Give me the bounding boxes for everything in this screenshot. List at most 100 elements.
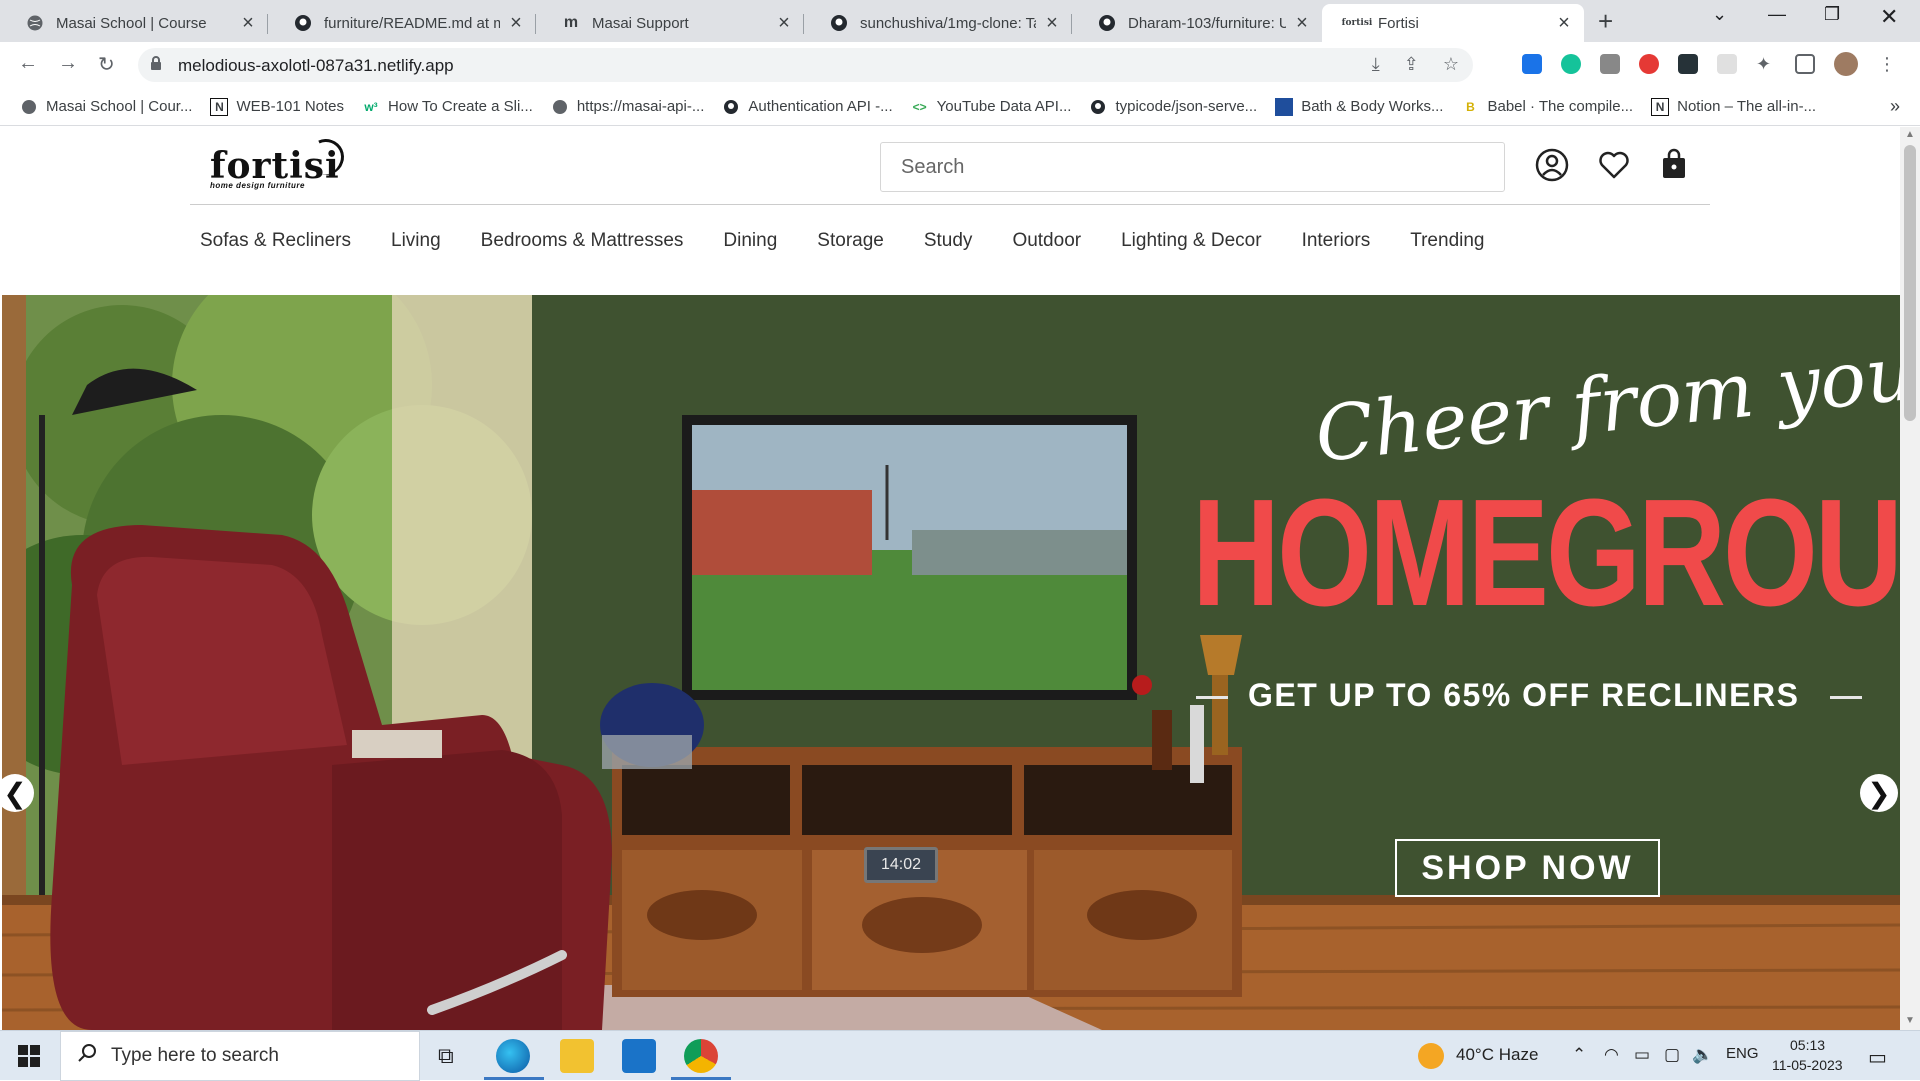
clock-time[interactable]: 05:13 [1790, 1037, 1825, 1053]
nav-interiors[interactable]: Interiors [1302, 230, 1371, 252]
tab-dharam-furniture[interactable]: Dharam-103/furniture: Urb × [1072, 4, 1322, 42]
tab-masai-support[interactable]: m Masai Support × [536, 4, 804, 42]
nav-storage[interactable]: Storage [817, 230, 884, 252]
bookmark-label: Masai School | Cour... [46, 98, 193, 115]
bookmark-item[interactable]: Authentication API -... [722, 98, 893, 116]
github-icon [1089, 98, 1107, 116]
carousel-next-button[interactable]: ❯ [1860, 774, 1898, 812]
site-logo[interactable]: fortisi home design furniture [210, 133, 350, 190]
page-scrollbar[interactable]: ▲ ▼ [1900, 127, 1920, 1030]
close-window-button[interactable]: ✕ [1880, 4, 1898, 30]
close-icon[interactable]: × [238, 12, 258, 35]
install-app-icon[interactable]: ⤓ [1372, 54, 1380, 75]
close-icon[interactable]: × [1292, 12, 1312, 35]
tab-search-chevron-icon[interactable]: ⌄ [1712, 4, 1727, 25]
maximize-button[interactable]: ❐ [1824, 4, 1840, 25]
close-icon[interactable]: × [774, 12, 794, 35]
tab-title: Dharam-103/furniture: Urb [1128, 14, 1286, 32]
language-indicator[interactable]: ENG [1726, 1045, 1759, 1062]
device-icon[interactable]: ▢ [1664, 1045, 1680, 1065]
tab-masai-course[interactable]: Masai School | Course × [0, 4, 268, 42]
header-divider [190, 204, 1710, 205]
windows-start-icon[interactable] [18, 1045, 40, 1072]
hero-banner[interactable]: 14:02 Cheer from your HOMEGROUND! GET UP… [2, 295, 1900, 1030]
extensions-puzzle-icon[interactable]: ✦ [1756, 54, 1776, 74]
user-account-icon[interactable] [1534, 147, 1570, 183]
share-icon[interactable]: ⇪ [1404, 54, 1419, 75]
weather-sun-icon[interactable] [1418, 1043, 1444, 1069]
extension-pen-icon[interactable] [1522, 54, 1542, 74]
tab-furniture-readme[interactable]: furniture/README.md at m × [268, 4, 536, 42]
taskbar-search-box[interactable]: Type here to search [60, 1031, 420, 1081]
shopping-bag-icon[interactable] [1656, 147, 1692, 183]
scroll-up-arrow-icon[interactable]: ▲ [1905, 129, 1915, 140]
reload-button[interactable]: ↻ [98, 52, 115, 77]
tab-1mg-clone[interactable]: sunchushiva/1mg-clone: Ta × [804, 4, 1072, 42]
tab-title: Masai Support [592, 14, 689, 32]
volume-icon[interactable]: 🔈 [1692, 1045, 1713, 1065]
extension-grey-icon[interactable] [1717, 54, 1737, 74]
battery-icon[interactable]: ▭ [1634, 1045, 1650, 1065]
task-view-icon[interactable]: ⧉ [438, 1043, 454, 1069]
search-input[interactable] [880, 142, 1505, 192]
bookmark-item[interactable]: B Babel · The compile... [1461, 98, 1633, 116]
extension-dark-icon[interactable] [1678, 54, 1698, 74]
mail-icon[interactable] [622, 1039, 656, 1073]
clock-display: 14:02 [864, 847, 938, 883]
avatar[interactable] [1834, 52, 1858, 76]
web-page: fortisi home design furniture Sofas & Re… [0, 127, 1900, 1030]
bookmark-item[interactable]: <> YouTube Data API... [911, 98, 1072, 116]
hero-headline: HOMEGROUND! [1192, 467, 1900, 638]
network-icon[interactable]: ◠ [1604, 1045, 1619, 1065]
nav-dining[interactable]: Dining [723, 230, 777, 252]
nav-study[interactable]: Study [924, 230, 973, 252]
bookmark-label: typicode/json-serve... [1115, 98, 1258, 115]
forward-button[interactable]: → [58, 52, 78, 75]
nav-lighting-decor[interactable]: Lighting & Decor [1121, 230, 1261, 252]
tab-title: Masai School | Course [56, 14, 207, 32]
chrome-icon[interactable] [684, 1039, 718, 1073]
edge-browser-icon[interactable] [496, 1039, 530, 1073]
shop-now-button[interactable]: SHOP NOW [1395, 839, 1660, 897]
pokeball-icon[interactable] [1639, 54, 1659, 74]
tray-overflow-icon[interactable]: ⌃ [1572, 1045, 1586, 1065]
github-icon [830, 14, 848, 32]
grammarly-icon[interactable] [1561, 54, 1581, 74]
kebab-menu-icon[interactable]: ⋮ [1877, 54, 1897, 74]
file-explorer-icon[interactable] [560, 1039, 594, 1073]
bookmark-star-icon[interactable]: ☆ [1443, 54, 1459, 75]
subline-rule-left [1196, 696, 1228, 699]
back-button[interactable]: ← [18, 52, 38, 75]
nav-trending[interactable]: Trending [1410, 230, 1484, 252]
nav-sofas-recliners[interactable]: Sofas & Recliners [200, 230, 351, 252]
bookmark-item[interactable]: N WEB-101 Notes [210, 97, 344, 116]
bookmark-item[interactable]: Bath & Body Works... [1275, 97, 1443, 116]
extension-c-icon[interactable] [1600, 54, 1620, 74]
bookmark-item[interactable]: https://masai-api-... [551, 98, 704, 116]
nav-outdoor[interactable]: Outdoor [1012, 230, 1081, 252]
tab-title: sunchushiva/1mg-clone: Ta [860, 14, 1036, 32]
scrollbar-thumb[interactable] [1904, 145, 1916, 421]
weather-text[interactable]: 40°C Haze [1456, 1045, 1538, 1065]
bookmark-item[interactable]: N Notion – The all-in-... [1651, 97, 1816, 116]
bookmark-item[interactable]: Masai School | Cour... [20, 98, 192, 116]
new-tab-button[interactable]: + [1598, 6, 1613, 37]
scroll-down-arrow-icon[interactable]: ▼ [1905, 1015, 1915, 1026]
side-panel-icon[interactable] [1795, 54, 1815, 74]
bookmark-item[interactable]: w³ How To Create a Sli... [362, 98, 532, 116]
bookmark-item[interactable]: typicode/json-serve... [1089, 98, 1257, 116]
minimize-button[interactable]: — [1768, 4, 1786, 25]
notifications-icon[interactable]: ▭ [1868, 1045, 1887, 1070]
address-bar[interactable]: melodious-axolotl-087a31.netlify.app ⤓ ⇪… [138, 48, 1473, 82]
wishlist-heart-icon[interactable] [1596, 147, 1632, 183]
tab-fortisi[interactable]: fortisi Fortisi × [1322, 4, 1584, 42]
close-icon[interactable]: × [506, 12, 526, 35]
browser-tab-strip: Masai School | Course × furniture/README… [0, 0, 1920, 42]
close-icon[interactable]: × [1042, 12, 1062, 35]
github-icon [1098, 14, 1116, 32]
close-icon[interactable]: × [1554, 12, 1574, 35]
nav-bedrooms-mattresses[interactable]: Bedrooms & Mattresses [481, 230, 684, 252]
bookmarks-overflow-button[interactable]: » [1890, 96, 1900, 117]
clock-date[interactable]: 11-05-2023 [1772, 1057, 1843, 1073]
nav-living[interactable]: Living [391, 230, 441, 252]
